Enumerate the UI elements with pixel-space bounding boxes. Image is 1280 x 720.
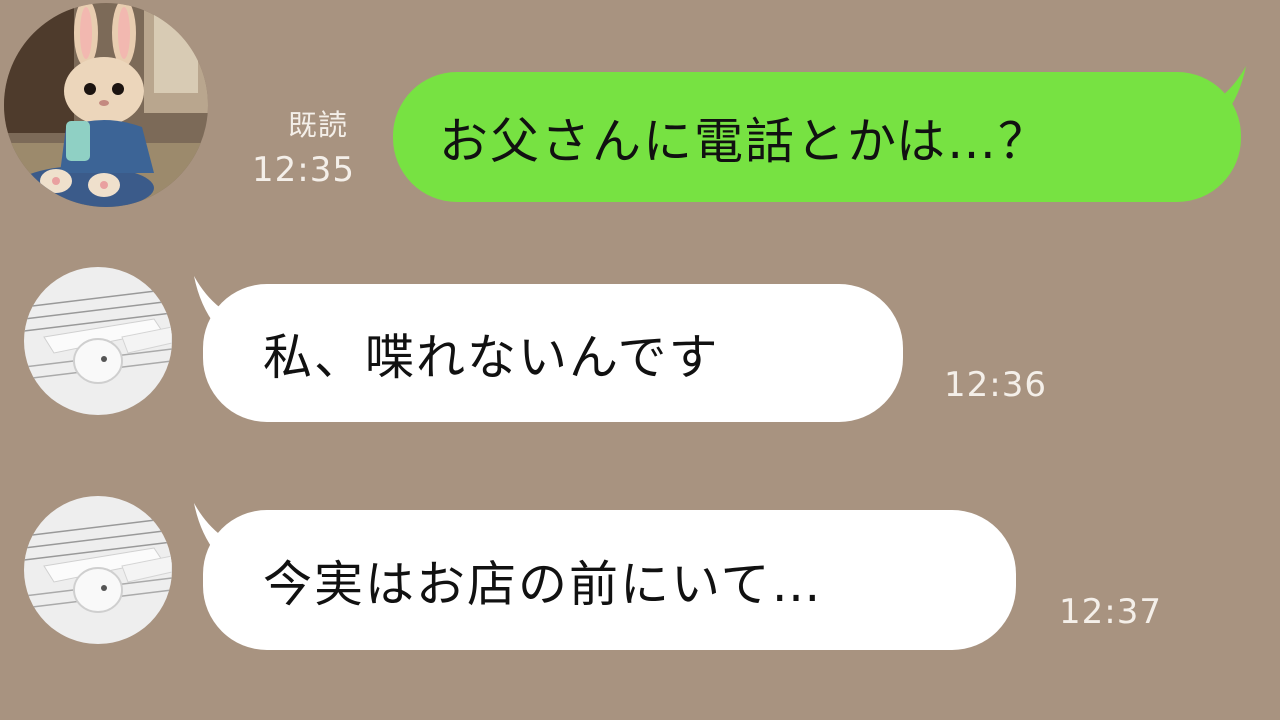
message-text: お父さんに電話とかは…？ bbox=[439, 112, 1050, 170]
earbuds-avatar-image bbox=[24, 267, 172, 415]
rabbit-avatar-image bbox=[4, 3, 208, 207]
message-text: 私、喋れないんです bbox=[263, 328, 720, 386]
message-timestamp: 12:36 bbox=[944, 365, 1047, 405]
chat-view: 既読 12:35 お父さんに電話とかは…？ 私、喋れないんです 12:36 今実… bbox=[0, 0, 1280, 720]
incoming-message-bubble[interactable]: 私、喋れないんです bbox=[203, 284, 903, 422]
earbuds-avatar-image bbox=[24, 496, 172, 644]
message-timestamp: 12:37 bbox=[1059, 592, 1162, 632]
read-receipt-label: 既読 bbox=[288, 108, 349, 142]
incoming-message-bubble[interactable]: 今実はお店の前にいて… bbox=[203, 510, 1016, 650]
earbuds-avatar[interactable] bbox=[24, 496, 172, 644]
outgoing-message-bubble[interactable]: お父さんに電話とかは…？ bbox=[393, 72, 1241, 202]
rabbit-avatar[interactable] bbox=[4, 3, 208, 207]
earbuds-avatar[interactable] bbox=[24, 267, 172, 415]
message-timestamp: 12:35 bbox=[252, 150, 355, 190]
message-text: 今実はお店の前にいて… bbox=[263, 555, 823, 613]
